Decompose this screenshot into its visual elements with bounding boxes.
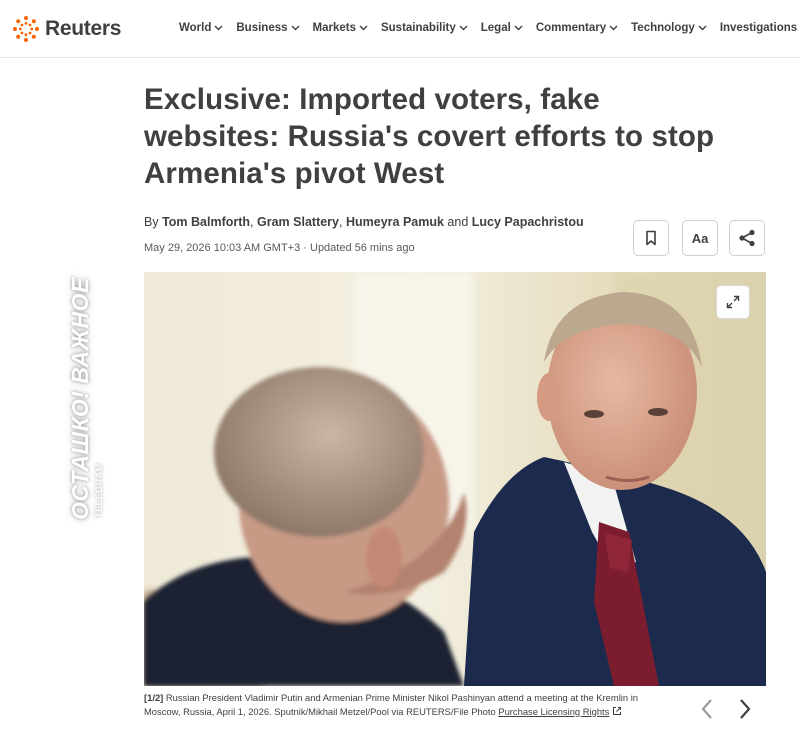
author-link[interactable]: Humeyra Pamuk bbox=[346, 215, 444, 229]
watermark-sub: TELEGRAM bbox=[93, 462, 104, 518]
byline-separator: , bbox=[250, 215, 254, 229]
bookmark-button[interactable] bbox=[633, 220, 669, 256]
byline-separator: , bbox=[339, 215, 343, 229]
article-photo[interactable] bbox=[144, 272, 766, 686]
nav-item-label: Investigations bbox=[719, 22, 798, 34]
chevron-down-icon bbox=[609, 25, 618, 31]
text-size-button[interactable]: Aa bbox=[682, 220, 718, 256]
chevron-down-icon bbox=[359, 25, 368, 31]
photo-caption: [1/2] Russian President Vladimir Putin a… bbox=[144, 691, 664, 718]
article-dateline: May 29, 2026 10:03 AM GMT+3 · Updated 56… bbox=[144, 242, 415, 254]
chevron-down-icon bbox=[291, 25, 300, 31]
headline-line: websites: Russia's covert efforts to sto… bbox=[144, 120, 715, 153]
nav-item-label: World bbox=[179, 22, 212, 34]
nav-item-label: Sustainability bbox=[380, 22, 456, 34]
photo-scene bbox=[144, 272, 766, 686]
reuters-logo-icon bbox=[13, 16, 39, 42]
external-link-icon bbox=[613, 706, 622, 715]
licensing-link[interactable]: Purchase Licensing Rights bbox=[498, 706, 609, 717]
byline-prefix: By bbox=[144, 215, 159, 229]
author-link[interactable]: Lucy Papachristou bbox=[472, 215, 584, 229]
nav-item-technology[interactable]: Technology bbox=[631, 22, 707, 34]
watermark-title: ОСТАШКО! ВАЖНОЕ bbox=[66, 276, 93, 520]
article-headline: Exclusive: Imported voters, fake website… bbox=[144, 81, 754, 192]
chevron-down-icon bbox=[214, 25, 223, 31]
channel-watermark: ОСТАШКО! ВАЖНОЕ TELEGRAM bbox=[48, 252, 122, 544]
nav-item-commentary[interactable]: Commentary bbox=[536, 22, 618, 34]
previous-photo-button[interactable] bbox=[694, 696, 720, 722]
nav-item-label: Commentary bbox=[535, 22, 607, 34]
nav-item-world[interactable]: World bbox=[179, 22, 223, 34]
reuters-wordmark: Reuters bbox=[45, 17, 122, 40]
chevron-down-icon bbox=[698, 25, 707, 31]
nav-item-sustainability[interactable]: Sustainability bbox=[381, 22, 468, 34]
reuters-logo[interactable]: Reuters bbox=[12, 14, 121, 44]
expand-photo-button[interactable] bbox=[716, 285, 750, 319]
expand-icon bbox=[726, 295, 740, 309]
headline-line: Armenia's pivot West bbox=[144, 157, 445, 190]
nav-item-markets[interactable]: Markets bbox=[313, 22, 368, 34]
nav-item-business[interactable]: Business bbox=[236, 22, 300, 34]
nav-item-label: Legal bbox=[480, 22, 511, 34]
nav-item-label: Markets bbox=[312, 22, 356, 34]
share-button[interactable] bbox=[729, 220, 765, 256]
nav-item-label: Technology bbox=[631, 22, 695, 34]
chevron-down-icon bbox=[514, 25, 523, 31]
share-icon bbox=[739, 229, 755, 247]
bookmark-icon bbox=[646, 230, 656, 246]
nav-item-legal[interactable]: Legal bbox=[481, 22, 523, 34]
section-nav: World Business Markets Sustainability Le… bbox=[179, 22, 797, 34]
next-photo-button[interactable] bbox=[732, 696, 758, 722]
chevron-left-icon bbox=[701, 699, 712, 719]
nav-item-label: Business bbox=[236, 22, 288, 34]
article-byline: By Tom Balmforth, Gram Slattery, Humeyra… bbox=[144, 215, 584, 229]
headline-line: Exclusive: Imported voters, fake bbox=[144, 83, 600, 116]
text-size-label: Aa bbox=[691, 230, 709, 246]
author-link[interactable]: Gram Slattery bbox=[257, 215, 339, 229]
nav-item-investigations[interactable]: Investigations bbox=[720, 22, 797, 34]
chevron-down-icon bbox=[459, 25, 468, 31]
photo-index: [1/2] bbox=[144, 692, 164, 703]
chevron-right-icon bbox=[740, 699, 751, 719]
author-link[interactable]: Tom Balmforth bbox=[162, 215, 250, 229]
byline-and: and bbox=[447, 215, 469, 229]
top-navigation: Reuters World Business Markets Sustainab… bbox=[0, 0, 800, 58]
